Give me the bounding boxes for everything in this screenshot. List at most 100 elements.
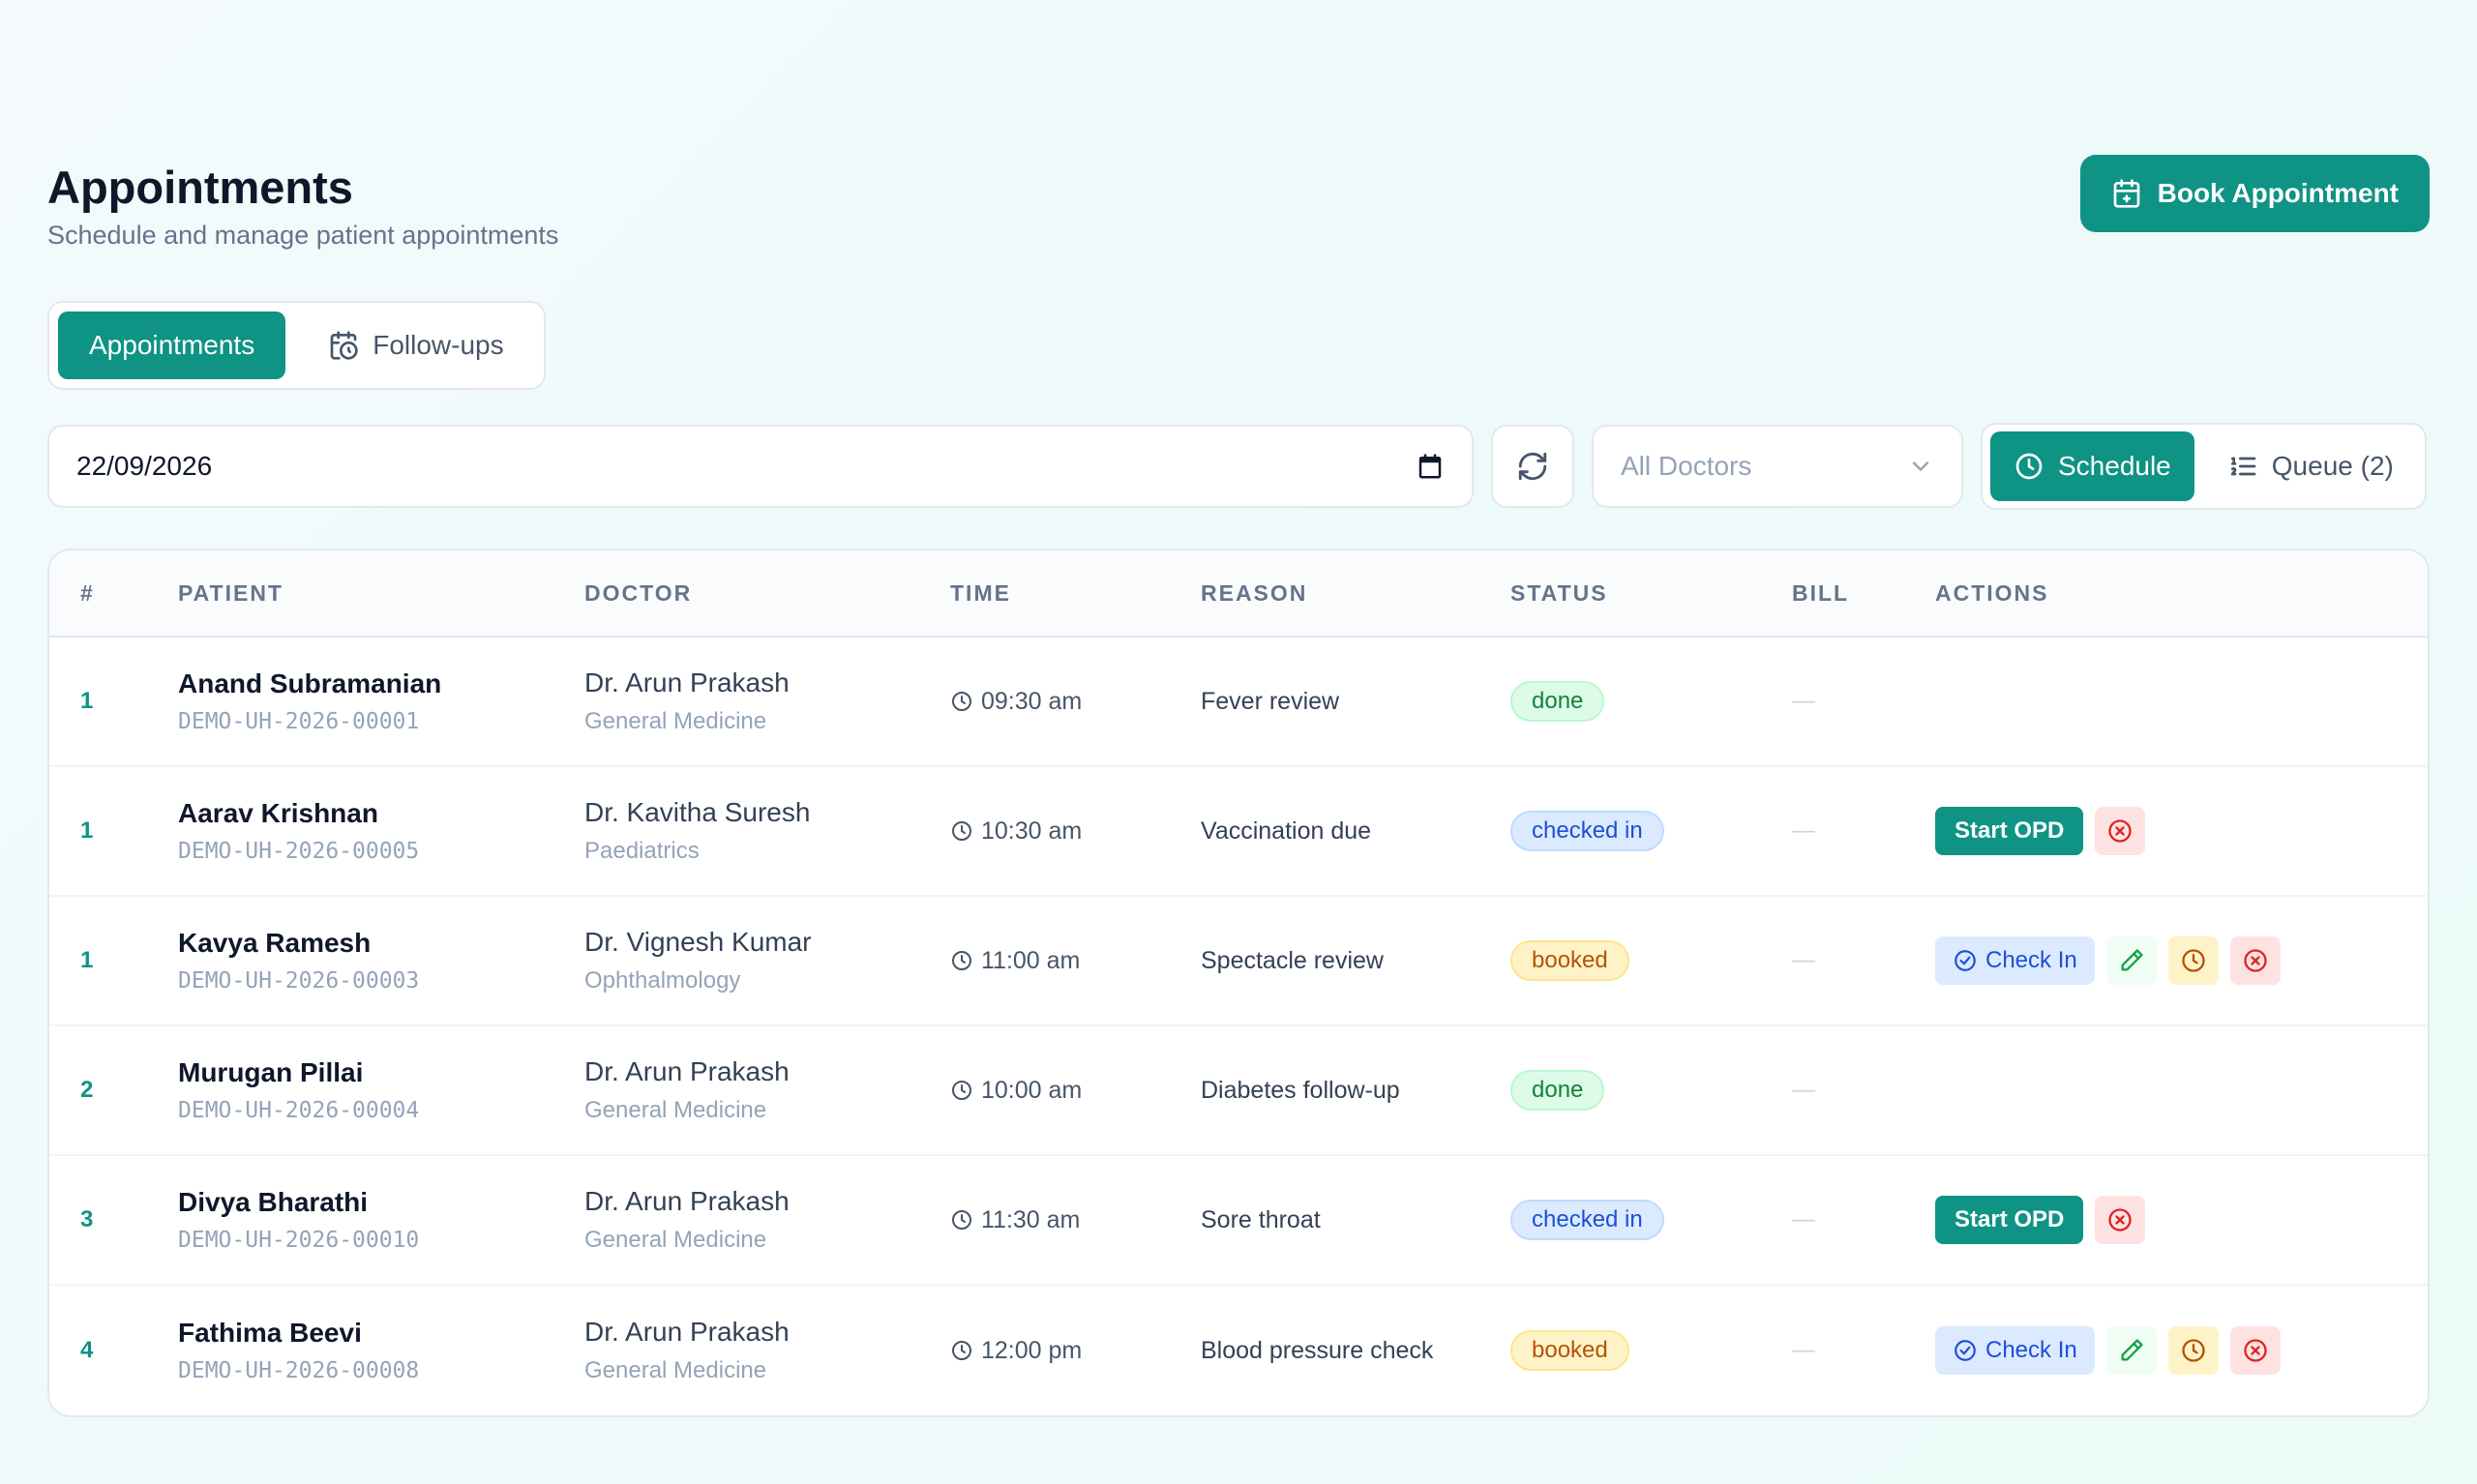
cancel-appointment-button[interactable] (2229, 936, 2281, 985)
bill-value: — (1792, 817, 1815, 844)
col-header-doctor: DOCTOR (584, 579, 693, 606)
clock-icon (952, 1341, 971, 1360)
reschedule-button[interactable] (2167, 1326, 2219, 1375)
x-circle-icon (2244, 1339, 2267, 1362)
clock-icon (952, 1210, 971, 1230)
row-index: 2 (80, 1077, 94, 1103)
doctor-department: General Medicine (584, 1357, 767, 1383)
appointment-time: 11:00 am (950, 947, 1201, 975)
bill-value: — (1792, 1077, 1815, 1103)
appointment-reason: Blood pressure check (1201, 1336, 1434, 1364)
appointment-time: 12:00 pm (950, 1337, 1201, 1365)
bill-value: — (1792, 1206, 1815, 1232)
tab-follow-ups-label: Follow-ups (373, 330, 504, 360)
doctor-select[interactable]: All Doctors (1592, 425, 1963, 508)
calendar-plus-icon (2113, 179, 2139, 208)
doctor-department: General Medicine (584, 1227, 767, 1253)
status-badge: done (1510, 1070, 1605, 1111)
clock-icon (2015, 453, 2043, 480)
book-appointment-button[interactable]: Book Appointment (2079, 155, 2430, 232)
filter-bar: 22/09/2026 All Doctors Schedule Queue (2… (47, 423, 2430, 510)
doctor-department: Paediatrics (584, 838, 700, 864)
refresh-button[interactable] (1491, 425, 1574, 508)
row-actions: Start OPD (1935, 807, 2428, 855)
doctor-department: General Medicine (584, 708, 767, 734)
pencil-icon (2121, 1339, 2143, 1361)
clock-icon (2182, 949, 2205, 972)
status-badge: booked (1510, 1330, 1629, 1371)
doctor-name: Dr. Arun Prakash (584, 1056, 790, 1086)
row-index: 1 (80, 688, 94, 714)
check-in-button[interactable]: Check In (1935, 936, 2095, 985)
clock-icon (952, 951, 971, 970)
appointments-page: Appointments Schedule and manage patient… (47, 155, 2430, 1417)
check-in-label: Check In (1985, 947, 2077, 973)
appointment-reason: Spectacle review (1201, 946, 1384, 974)
schedule-view-button[interactable]: Schedule (1990, 431, 2194, 501)
date-input[interactable]: 22/09/2026 (47, 425, 1474, 508)
appointment-time: 09:30 am (950, 688, 1201, 716)
status-badge: booked (1510, 940, 1629, 981)
cancel-appointment-button[interactable] (2229, 1326, 2281, 1375)
table-header: # PATIENT DOCTOR TIME REASON STATUS BILL… (49, 550, 2428, 638)
col-header-actions: ACTIONS (1935, 579, 2049, 606)
tab-appointments-label: Appointments (89, 330, 255, 360)
patient-name: Fathima Beevi (178, 1318, 362, 1348)
queue-view-button[interactable]: Queue (2) (2204, 431, 2417, 501)
doctor-select-value: All Doctors (1621, 451, 1752, 481)
queue-view-label: Queue (2) (2271, 451, 2394, 481)
x-circle-icon (2108, 819, 2133, 843)
row-actions: Check In (1935, 1326, 2428, 1375)
bill-value: — (1792, 1337, 1815, 1363)
clock-icon (952, 821, 971, 841)
status-badge: checked in (1510, 1200, 1664, 1240)
appointments-table: # PATIENT DOCTOR TIME REASON STATUS BILL… (47, 549, 2430, 1417)
table-row: 1 Anand Subramanian DEMO-UH-2026-00001 D… (49, 638, 2428, 767)
table-row: 1 Aarav Krishnan DEMO-UH-2026-00005 Dr. … (49, 767, 2428, 897)
row-index: 3 (80, 1206, 94, 1232)
start-opd-button[interactable]: Start OPD (1935, 807, 2084, 855)
edit-appointment-button[interactable] (2105, 936, 2157, 985)
page-title: Appointments (47, 162, 353, 213)
doctor-name: Dr. Kavitha Suresh (584, 797, 811, 827)
calendar-icon[interactable] (1416, 452, 1445, 481)
col-header-status: STATUS (1510, 579, 1608, 606)
appointment-reason: Vaccination due (1201, 816, 1372, 845)
bill-value: — (1792, 688, 1815, 714)
page-header: Appointments Schedule and manage patient… (47, 155, 2430, 251)
check-in-button[interactable]: Check In (1935, 1326, 2095, 1375)
check-in-label: Check In (1985, 1337, 2077, 1363)
appointment-reason: Sore throat (1201, 1205, 1321, 1233)
appointment-time: 10:00 am (950, 1077, 1201, 1105)
refresh-icon (1518, 452, 1547, 481)
clock-icon (2182, 1339, 2205, 1362)
row-index: 4 (80, 1337, 94, 1363)
patient-name: Kavya Ramesh (178, 928, 372, 958)
doctor-name: Dr. Arun Prakash (584, 1186, 790, 1216)
cancel-appointment-button[interactable] (2095, 1196, 2146, 1244)
patient-id: DEMO-UH-2026-00003 (178, 968, 420, 994)
start-opd-button[interactable]: Start OPD (1935, 1196, 2084, 1244)
list-ordered-icon (2230, 457, 2256, 476)
col-header-time: TIME (950, 579, 1011, 606)
cancel-appointment-button[interactable] (2095, 807, 2146, 855)
row-index: 1 (80, 817, 94, 844)
clock-icon (952, 1081, 971, 1100)
table-row: 1 Kavya Ramesh DEMO-UH-2026-00003 Dr. Vi… (49, 897, 2428, 1026)
reschedule-button[interactable] (2167, 936, 2219, 985)
check-circle-icon (1955, 950, 1976, 971)
patient-name: Murugan Pillai (178, 1057, 364, 1087)
pencil-icon (2121, 949, 2143, 971)
table-row: 2 Murugan Pillai DEMO-UH-2026-00004 Dr. … (49, 1026, 2428, 1156)
chevron-down-icon (1912, 461, 1929, 471)
doctor-name: Dr. Arun Prakash (584, 1317, 790, 1347)
tab-follow-ups[interactable]: Follow-ups (297, 312, 534, 379)
tab-appointments[interactable]: Appointments (58, 312, 286, 379)
col-header-patient: PATIENT (178, 579, 284, 606)
time-value: 10:00 am (981, 1076, 1083, 1104)
edit-appointment-button[interactable] (2105, 1326, 2157, 1375)
doctor-name: Dr. Arun Prakash (584, 668, 790, 697)
table-row: 3 Divya Bharathi DEMO-UH-2026-00010 Dr. … (49, 1156, 2428, 1286)
row-index: 1 (80, 947, 94, 973)
row-actions: Check In (1935, 936, 2428, 985)
